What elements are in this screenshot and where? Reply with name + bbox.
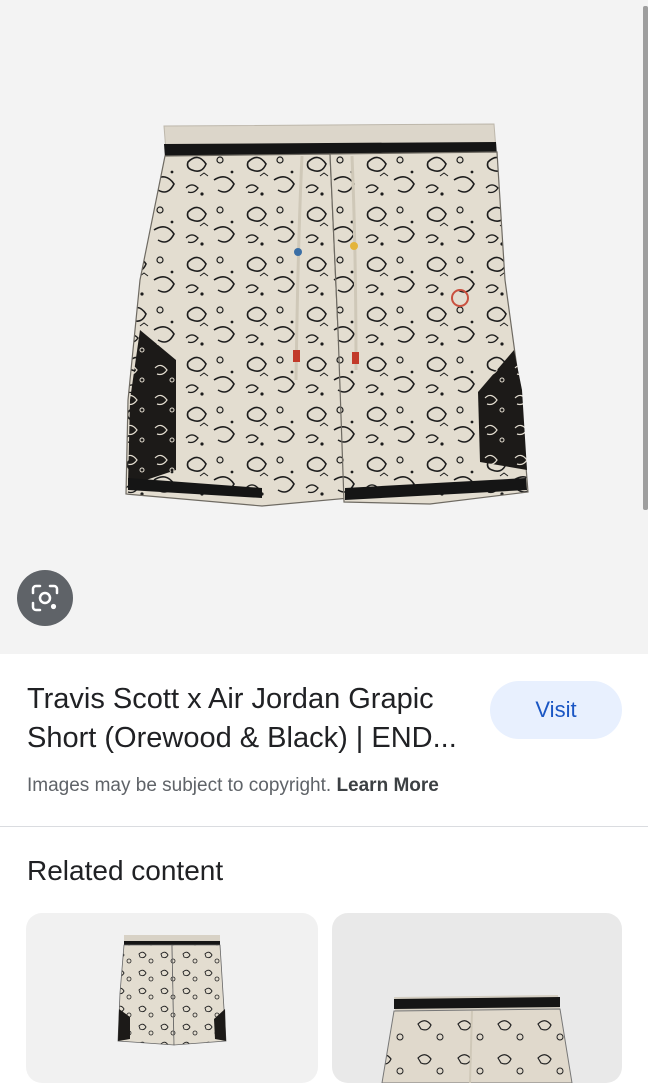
copyright-text: Images may be subject to copyright. [27,775,332,796]
divider [0,826,648,827]
related-content-heading: Related content [27,855,224,886]
visit-button[interactable]: Visit [490,681,622,739]
related-card[interactable] [26,913,318,1083]
result-info-panel: Travis Scott x Air Jordan Grapic Short (… [0,654,648,827]
lens-button[interactable] [17,570,73,626]
product-image[interactable] [0,0,648,654]
result-title[interactable]: Travis Scott x Air Jordan Grapic Short (… [27,680,477,758]
related-shorts-closeup-thumbnail [381,995,573,1083]
related-shorts-thumbnail [117,935,227,1046]
lens-icon [31,584,59,612]
shorts-illustration [125,123,529,507]
learn-more-link[interactable]: Learn More [336,775,438,796]
copyright-notice: Images may be subject to copyright. Lear… [27,775,439,797]
scrollbar[interactable] [643,6,648,510]
related-card[interactable] [332,913,622,1083]
